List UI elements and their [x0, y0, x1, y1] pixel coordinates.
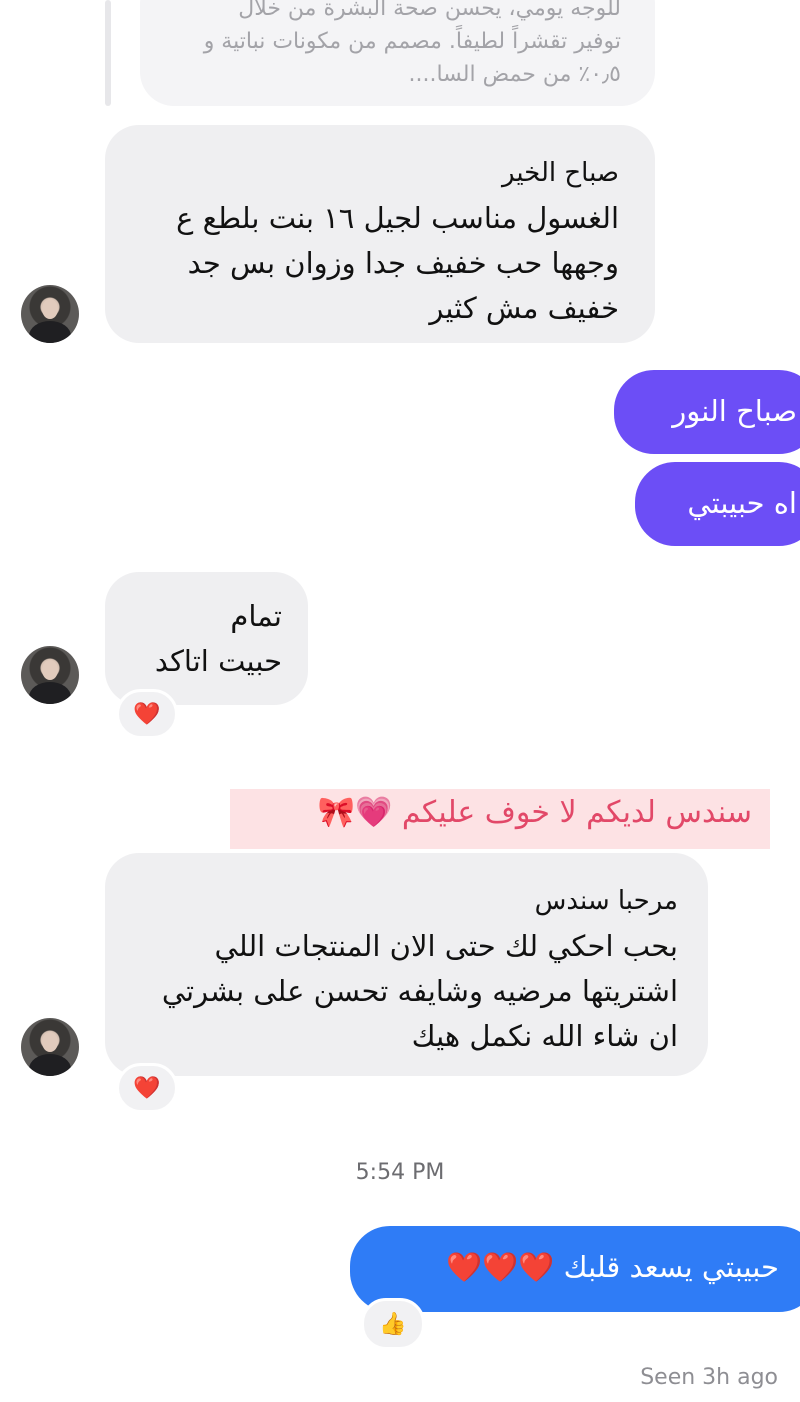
- contact-avatar[interactable]: [21, 285, 79, 343]
- message-text: صباح النور: [672, 394, 797, 428]
- message-line: صباح الخير: [501, 158, 619, 188]
- red-heart-icon: ❤️: [133, 1075, 161, 1101]
- message-reaction[interactable]: ❤️: [116, 689, 178, 739]
- message-reaction[interactable]: ❤️: [116, 1063, 178, 1113]
- quoted-line: ٠٫٥٪ من حمض السا....: [408, 62, 622, 87]
- message-reaction[interactable]: 👍: [361, 1298, 425, 1350]
- contact-avatar[interactable]: [21, 646, 79, 704]
- outgoing-message-bubble[interactable]: صباح النور: [614, 370, 800, 454]
- incoming-message-bubble[interactable]: صباح الخير الغسول مناسب لجيل ١٦ بنت بلطع…: [105, 125, 655, 343]
- message-text: حبيبتي يسعد قلبك ❤️❤️❤️: [446, 1250, 779, 1284]
- highlighted-message-banner[interactable]: سندس لديكم لا خوف عليكم 💗🎀: [230, 789, 770, 849]
- message-line: مرحبا سندس: [534, 886, 678, 916]
- message-line: تمام: [230, 599, 282, 633]
- thumbs-up-icon: 👍: [379, 1311, 407, 1337]
- reply-quote-rule: [105, 0, 111, 106]
- message-line: اشتريتها مرضيه وشايفه تحسن على بشرتي: [161, 974, 678, 1008]
- message-line: الغسول مناسب لجيل ١٦ بنت بلطع ع: [176, 201, 619, 235]
- incoming-message-bubble[interactable]: مرحبا سندس بحب احكي لك حتى الان المنتجات…: [105, 853, 708, 1076]
- quoted-line: توفير تقشراً لطيفاً. مصمم من مكونات نبات…: [203, 29, 621, 54]
- seen-status: Seen 3h ago: [640, 1365, 778, 1390]
- contact-avatar[interactable]: [21, 1018, 79, 1076]
- quoted-line: للوجه يومي، يحسن صحة البشرة من خلال: [238, 0, 621, 21]
- message-text: سندس لديكم لا خوف عليكم 💗🎀: [317, 795, 752, 830]
- message-line: خفيف مش كثير: [429, 291, 619, 325]
- message-line: حبيت اتاكد: [154, 644, 282, 678]
- message-line: بحب احكي لك حتى الان المنتجات اللي: [214, 929, 678, 963]
- outgoing-message-bubble[interactable]: اه حبيبتي: [635, 462, 800, 546]
- outgoing-message-bubble[interactable]: حبيبتي يسعد قلبك ❤️❤️❤️: [350, 1226, 800, 1312]
- red-heart-icon: ❤️: [133, 701, 161, 727]
- incoming-message-bubble[interactable]: تمام حبيت اتاكد: [105, 572, 308, 705]
- message-text: اه حبيبتي: [687, 486, 797, 520]
- quoted-message[interactable]: للوجه يومي، يحسن صحة البشرة من خلال توفي…: [140, 0, 655, 106]
- message-line: وجهها حب خفيف جدا وزوان بس جد: [187, 246, 619, 280]
- message-line: ان شاء الله نكمل هيك: [411, 1019, 678, 1053]
- timestamp: 5:54 PM: [355, 1160, 445, 1185]
